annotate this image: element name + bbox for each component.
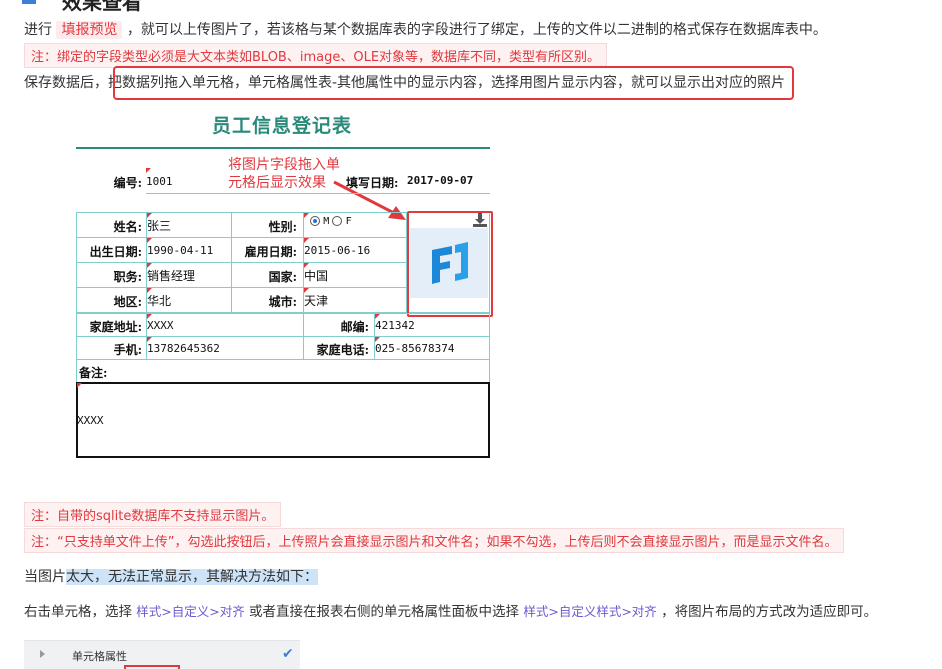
address-label: 家庭地址:	[89, 320, 142, 334]
cell-marker	[146, 168, 151, 173]
cell-marker	[304, 213, 309, 218]
id-value: 1001	[146, 175, 173, 188]
gender-label: 性别:	[268, 220, 297, 234]
para1-suffix: ，就可以上传图片了，若该格与某个数据库表的字段进行了绑定，上传的文件以二进制的格…	[126, 22, 827, 38]
mobile-value: 13782645362	[147, 342, 220, 355]
fill-preview-tag: 填报预览	[56, 21, 123, 39]
row-divider	[146, 193, 490, 194]
gender-radio-m[interactable]	[310, 216, 320, 226]
note-field-type: 注：绑定的字段类型必须是大文本类如BLOB、image、OLE对象等，数据库不同…	[24, 43, 608, 68]
gender-m-label: M	[323, 216, 330, 227]
mobile-label: 手机:	[113, 343, 142, 357]
gender-f-label: F	[345, 216, 352, 227]
style-path-link-1[interactable]: 样式>自定义>对齐	[136, 604, 244, 619]
para3-highlighted: 太大，无法正常显示，其解决方法如下：	[66, 569, 318, 585]
section-heading: 效果查看	[62, 0, 142, 14]
region-value: 华北	[147, 294, 172, 308]
city-label: 城市:	[268, 295, 297, 309]
paragraph-image-too-big: 当图片太大，无法正常显示，其解决方法如下：	[24, 566, 318, 586]
cell-marker	[77, 383, 82, 388]
photo-highlight-box	[407, 211, 493, 317]
job-label: 职务:	[113, 270, 142, 284]
country-label: 国家:	[268, 270, 297, 284]
address-value: XXXX	[147, 319, 174, 332]
panel-highlight-box	[124, 665, 180, 669]
para4-suffix: ，将图片布局的方式改为适应即可。	[661, 604, 878, 620]
hire-value: 2015-06-16	[304, 244, 371, 257]
gender-radio-f[interactable]	[332, 216, 343, 226]
city-value: 天津	[304, 294, 329, 308]
date-value: 2017-09-07	[407, 174, 474, 187]
job-value: 销售经理	[147, 269, 196, 283]
note-sqlite: 注：自带的sqlite数据库不支持显示图片。	[24, 502, 282, 527]
heading-marker	[22, 0, 36, 4]
birth-value: 1990-04-11	[147, 244, 214, 257]
phone-label: 家庭电话:	[316, 343, 369, 357]
id-label: 编号:	[113, 176, 142, 190]
paragraph-fix-steps: 右击单元格，选择 样式>自定义>对齐 或者直接在报表右侧的单元格属性面板中选择 …	[24, 600, 877, 620]
para2-prefix: 保存数据后，把	[24, 75, 122, 91]
note-single-upload: 注：“只支持单文件上传”，勾选此按钮后，上传照片会直接显示图片和文件名；如果不勾…	[24, 528, 845, 553]
form-title-rule	[76, 147, 490, 149]
collapse-arrow-icon[interactable]	[40, 650, 45, 658]
remark-textarea[interactable]	[76, 382, 490, 458]
style-path-link-2[interactable]: 样式>自定义样式>对齐	[523, 604, 656, 619]
date-label: 填写日期:	[346, 176, 399, 190]
hire-label: 雇用日期:	[244, 245, 297, 259]
para3-prefix: 当图片	[24, 569, 66, 585]
remark-value: XXXX	[77, 414, 104, 427]
cell-marker	[304, 238, 309, 243]
panel-title: 单元格属性	[72, 650, 127, 663]
birth-label: 出生日期:	[89, 245, 142, 259]
zip-value: 421342	[375, 319, 415, 332]
zip-label: 邮编:	[340, 320, 369, 334]
paragraph-upload: 进行 填报预览 ，就可以上传图片了，若该格与某个数据库表的字段进行了绑定，上传的…	[24, 19, 827, 39]
remark-label: 备注:	[79, 366, 108, 380]
country-value: 中国	[304, 269, 329, 283]
para4-middle: 或者直接在报表右侧的单元格属性面板中选择	[249, 604, 520, 620]
phone-value: 025-85678374	[375, 342, 455, 355]
remark-header-cell	[76, 359, 490, 383]
para4-prefix: 右击单元格，选择	[24, 604, 132, 620]
name-label: 姓名:	[113, 220, 142, 234]
cell-marker	[147, 238, 152, 243]
region-label: 地区:	[113, 295, 142, 309]
form-title: 员工信息登记表	[212, 115, 353, 137]
cell-properties-panel: 单元格属性 ✔	[24, 640, 300, 669]
name-value: 张三	[147, 219, 172, 233]
highlight-box-instruction	[113, 66, 794, 100]
annotation-text: 将图片字段拖入单元格后显示效果	[228, 157, 340, 191]
para1-prefix: 进行	[24, 22, 52, 38]
gender-radio-group: M F	[310, 216, 352, 227]
brush-icon[interactable]: ✔	[282, 646, 294, 662]
